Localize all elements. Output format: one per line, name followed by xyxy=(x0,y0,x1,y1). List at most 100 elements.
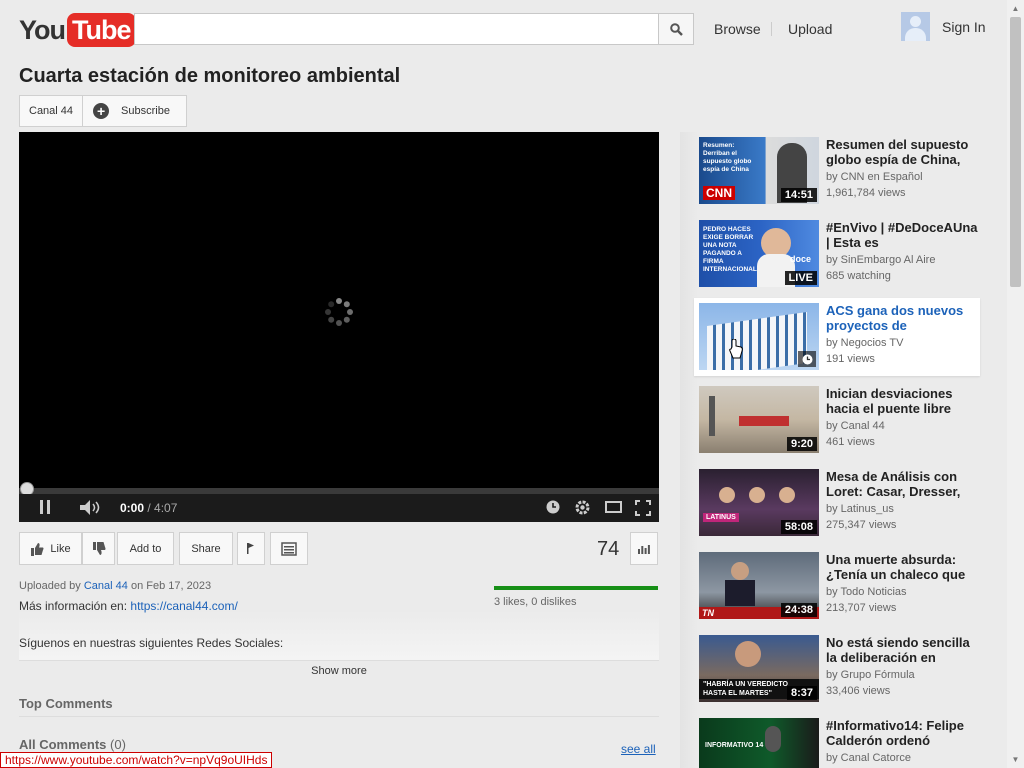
video-thumbnail[interactable] xyxy=(699,303,819,370)
divider xyxy=(19,660,659,661)
subscribe-button[interactable]: + Subscribe xyxy=(83,96,186,126)
theater-mode-button[interactable] xyxy=(605,501,622,516)
flag-icon xyxy=(247,543,254,554)
duration-badge: 14:51 xyxy=(780,188,817,202)
youtube-logo[interactable]: You Tube xyxy=(19,12,136,48)
related-video-item[interactable]: Resumen: Derriban el supuesto globo espí… xyxy=(699,132,979,210)
related-video-item[interactable]: TN 24:38 Una muerte absurda: ¿Tenía un c… xyxy=(699,547,979,625)
search-icon xyxy=(669,22,683,36)
avatar[interactable] xyxy=(901,12,930,41)
view-count: 74 xyxy=(597,538,620,560)
uploader-link[interactable]: Canal 44 xyxy=(84,580,128,592)
video-thumbnail[interactable]: LATINUS 58:08 xyxy=(699,469,819,536)
pause-button[interactable] xyxy=(39,500,51,517)
report-button[interactable] xyxy=(237,532,265,565)
related-video-item[interactable]: PEDRO HACES EXIGE BORRAR UNA NOTA PAGAND… xyxy=(699,215,979,293)
like-label: Like xyxy=(50,542,71,555)
video-thumbnail[interactable]: TN 24:38 xyxy=(699,552,819,619)
video-thumbnail[interactable]: INFORMATIVO 14 xyxy=(699,718,819,768)
theater-icon xyxy=(605,501,622,513)
bar-chart-icon xyxy=(638,544,650,554)
pause-icon xyxy=(40,500,50,514)
volume-icon xyxy=(80,500,100,515)
video-thumbnail[interactable]: Resumen: Derriban el supuesto globo espí… xyxy=(699,137,819,204)
channel-name-link[interactable]: Canal 44 xyxy=(20,96,84,126)
see-all-comments-link[interactable]: see all xyxy=(621,742,656,756)
page-scrollbar[interactable]: ▲ ▼ xyxy=(1007,0,1024,768)
description-fade xyxy=(19,610,659,660)
search-input[interactable] xyxy=(134,13,659,45)
related-video-item[interactable]: INFORMATIVO 14 #Informativo14: Felipe Ca… xyxy=(699,713,979,768)
related-video-item[interactable]: LATINUS 58:08 Mesa de Análisis con Loret… xyxy=(699,464,979,542)
show-more-button[interactable]: Show more xyxy=(19,665,659,677)
transcript-icon xyxy=(281,541,297,556)
related-videos-sidebar: Resumen: Derriban el supuesto globo espí… xyxy=(680,132,1000,768)
scroll-down-arrow-icon[interactable]: ▼ xyxy=(1007,751,1024,768)
duration-badge: 8:37 xyxy=(786,686,817,700)
related-video-item[interactable]: 9:20 Inician desviaciones hacia el puent… xyxy=(699,381,979,459)
video-thumbnail[interactable]: 9:20 xyxy=(699,386,819,453)
related-video-title[interactable]: #Informativo14: Felipe Calderón ordenó xyxy=(826,718,981,748)
subscribe-label: Subscribe xyxy=(121,105,170,117)
upload-link[interactable]: Upload xyxy=(788,21,832,37)
scrollbar-thumb[interactable] xyxy=(1010,17,1021,287)
stats-button[interactable] xyxy=(630,532,658,565)
related-video-title[interactable]: ACS gana dos nuevos proyectos de xyxy=(826,303,981,333)
channel-logo: doce xyxy=(790,254,812,264)
all-comments-label: All Comments xyxy=(19,737,107,752)
video-thumbnail[interactable]: "HABRÍA UN VEREDICTO HASTA EL MARTES" 8:… xyxy=(699,635,819,702)
like-button[interactable]: Like xyxy=(19,532,82,565)
related-video-title[interactable]: Una muerte absurda: ¿Tenía un chaleco qu… xyxy=(826,552,981,582)
related-video-title[interactable]: Inician desviaciones hacia el puente lib… xyxy=(826,386,981,416)
video-thumbnail[interactable]: PEDRO HACES EXIGE BORRAR UNA NOTA PAGAND… xyxy=(699,220,819,287)
related-video-title[interactable]: No está siendo sencilla la deliberación … xyxy=(826,635,981,665)
duration-badge: 9:20 xyxy=(786,437,817,451)
related-video-channel: by Canal 44 xyxy=(826,420,885,432)
channel-logo: TN xyxy=(702,608,714,618)
comment-count: (0) xyxy=(110,737,126,752)
related-video-views: 191 views xyxy=(826,353,875,365)
video-player[interactable]: 0:00 / 4:07 xyxy=(19,132,659,522)
share-button[interactable]: Share xyxy=(179,532,233,565)
scroll-up-arrow-icon[interactable]: ▲ xyxy=(1007,0,1024,17)
related-video-views: 1,961,784 views xyxy=(826,187,906,199)
duration-badge: 24:38 xyxy=(780,603,817,617)
related-video-title[interactable]: Mesa de Análisis con Loret: Casar, Dress… xyxy=(826,469,981,499)
live-badge: LIVE xyxy=(784,271,817,285)
loading-spinner-icon xyxy=(325,298,353,326)
channel-logo: LATINUS xyxy=(703,513,739,522)
time-display: 0:00 / 4:07 xyxy=(120,501,177,515)
thumbnail-caption: Resumen: Derriban el supuesto globo espí… xyxy=(703,142,752,173)
thumbs-up-icon xyxy=(31,542,44,556)
watch-later-button[interactable] xyxy=(546,500,560,517)
gear-icon xyxy=(575,500,590,515)
browse-link[interactable]: Browse xyxy=(714,21,761,37)
duration-badge: 58:08 xyxy=(780,520,817,534)
watch-later-button[interactable] xyxy=(798,351,816,367)
related-video-channel: by Negocios TV xyxy=(826,337,904,349)
volume-button[interactable] xyxy=(80,500,102,518)
related-video-title[interactable]: Resumen del supuesto globo espía de Chin… xyxy=(826,137,981,167)
related-video-title[interactable]: #EnVivo | #DeDoceAUna | Esta es xyxy=(826,220,981,250)
sign-in-link[interactable]: Sign In xyxy=(942,19,986,35)
clock-icon xyxy=(802,354,812,364)
fullscreen-icon xyxy=(635,500,651,516)
clock-icon xyxy=(546,500,560,514)
related-video-views: 275,347 views xyxy=(826,519,897,531)
logo-you-text: You xyxy=(19,14,66,45)
fullscreen-button[interactable] xyxy=(635,500,651,519)
transcript-button[interactable] xyxy=(270,532,308,565)
related-video-channel: by Canal Catorce xyxy=(826,752,911,764)
add-to-button[interactable]: Add to xyxy=(117,532,174,565)
logo-tube-text: Tube xyxy=(67,13,136,47)
upload-info: Uploaded by Canal 44 on Feb 17, 2023 xyxy=(19,580,211,592)
thumbs-down-icon xyxy=(92,541,105,555)
related-video-item[interactable]: "HABRÍA UN VEREDICTO HASTA EL MARTES" 8:… xyxy=(699,630,979,708)
related-video-views: 685 watching xyxy=(826,270,891,282)
dislike-button[interactable] xyxy=(82,532,115,565)
search-button[interactable] xyxy=(658,13,694,45)
share-label: Share xyxy=(191,542,221,555)
settings-button[interactable] xyxy=(574,499,591,519)
divider xyxy=(19,716,659,717)
related-video-item[interactable]: ACS gana dos nuevos proyectos de by Nego… xyxy=(694,298,980,376)
